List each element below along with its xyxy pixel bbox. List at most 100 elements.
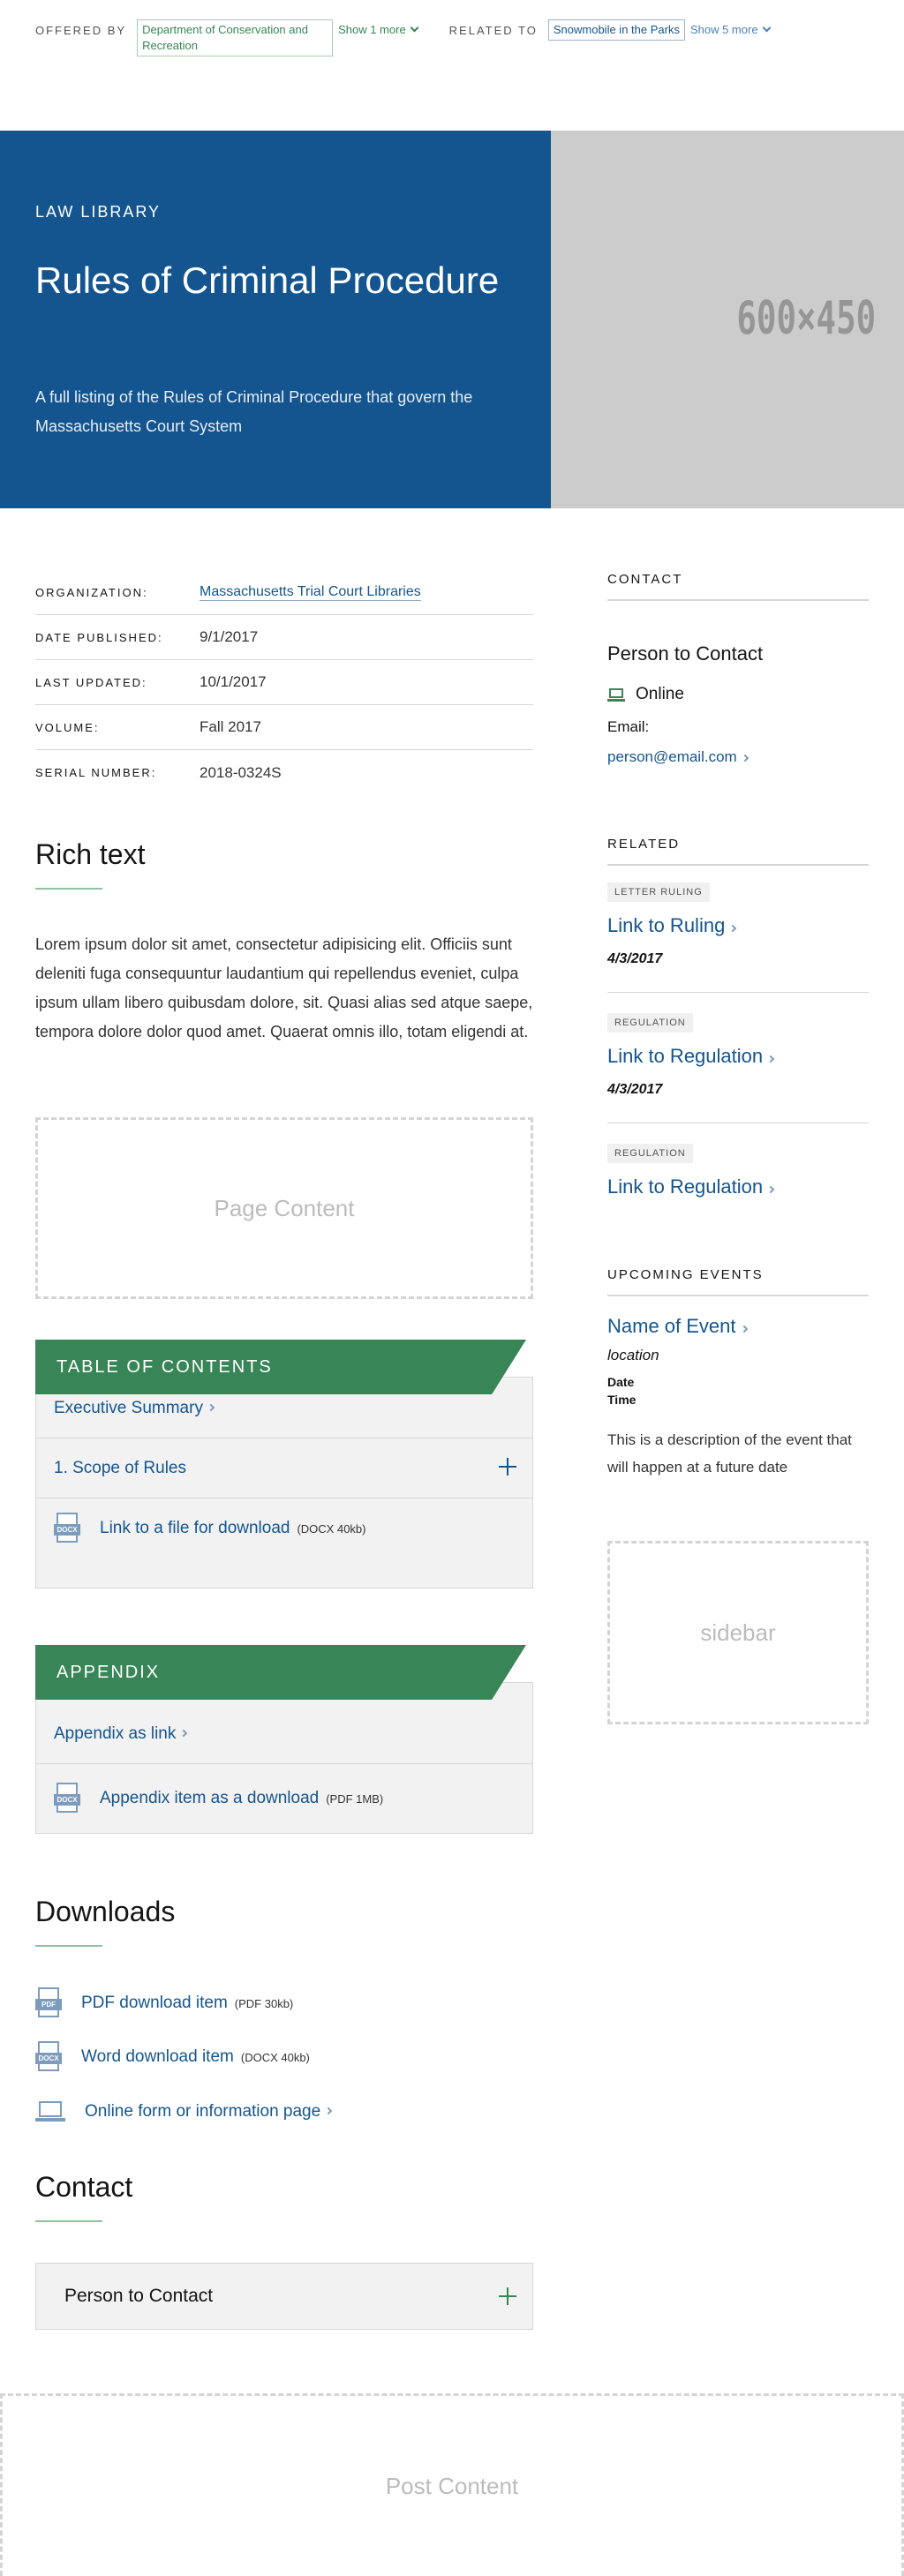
detail-value: 9/1/2017: [200, 628, 259, 645]
toc-item-label: Executive Summary: [54, 1398, 203, 1417]
contact-accordion[interactable]: Person to Contact: [35, 2263, 533, 2330]
top-bar: OFFERED BY Department of Conservation an…: [35, 19, 869, 62]
email-text: person@email.com: [607, 748, 737, 765]
contact-person: Person to Contact: [64, 2286, 214, 2306]
event-name: Name of Event: [607, 1315, 736, 1337]
file-meta: (PDF 30kb): [234, 1996, 294, 2010]
chevron-down-icon: [410, 23, 419, 33]
toc-item-scope-of-rules[interactable]: 1. Scope of Rules: [36, 1438, 532, 1498]
downloads-heading: Downloads: [35, 1896, 176, 1927]
offered-by-label: OFFERED BY: [35, 24, 127, 37]
toc-title: TABLE OF CONTENTS: [35, 1340, 526, 1394]
related-tag: REGULATION: [607, 1144, 693, 1163]
detail-row: DATE PUBLISHED: 9/1/2017: [35, 615, 533, 660]
hero-image: 600×450: [551, 131, 904, 508]
toc-banner: TABLE OF CONTENTS: [35, 1340, 526, 1394]
detail-row: LAST UPDATED: 10/1/2017: [35, 660, 533, 705]
file-meta: (PDF 1MB): [326, 1791, 384, 1806]
event-name-link[interactable]: Name of Event: [607, 1315, 748, 1338]
arrow-right-icon: [741, 754, 749, 762]
arrow-right-icon: [324, 2107, 333, 2115]
hero-description: A full listing of the Rules of Criminal …: [35, 388, 473, 435]
detail-label: ORGANIZATION:: [35, 585, 148, 599]
download-label: Online form or information page: [85, 2102, 321, 2121]
heading-underline: [35, 1945, 102, 1947]
pdf-file-icon: PDF: [35, 1987, 62, 2019]
detail-value: 2018-0324S: [200, 763, 282, 781]
chevron-down-icon: [762, 23, 771, 33]
arrow-right-icon: [207, 1403, 215, 1411]
detail-label: SERIAL NUMBER:: [35, 766, 157, 779]
detail-value: 10/1/2017: [200, 673, 267, 690]
download-item-pdf[interactable]: PDF PDF download item (PDF 30kb): [35, 1987, 293, 2019]
appendix-item-label: Appendix as link: [54, 1724, 177, 1743]
arrow-right-icon: [180, 1729, 188, 1737]
rich-text-body: Lorem ipsum dolor sit amet, consectetur …: [35, 935, 533, 1040]
related-date: 4/3/2017: [607, 1082, 663, 1097]
file-meta: (DOCX 40kb): [240, 2050, 310, 2064]
detail-row: SERIAL NUMBER: 2018-0324S: [35, 750, 533, 795]
offered-show-more[interactable]: Show 1 more: [338, 23, 419, 36]
event-time: Time: [607, 1393, 637, 1407]
related-link-regulation-2[interactable]: Link to Regulation: [607, 1175, 775, 1198]
event-date: Date: [607, 1375, 635, 1389]
related-to-label: RELATED TO: [448, 24, 538, 37]
sidebar-contact-online: Online: [636, 685, 684, 703]
event-location: location: [607, 1347, 659, 1363]
event-description: This is a description of the event that …: [607, 1431, 852, 1476]
page-title: Rules of Criminal Procedure: [35, 259, 500, 301]
related-link-label: Link to Regulation: [607, 1175, 764, 1198]
hero-image-placeholder-text: 600×450: [736, 292, 876, 345]
offered-show-more-label: Show 1 more: [338, 23, 406, 36]
laptop-icon: [607, 688, 625, 702]
related-tag: LETTER RULING: [607, 882, 710, 902]
sidebar-contact-heading: CONTACT: [607, 572, 869, 601]
sidebar-email-label: Email:: [607, 718, 650, 735]
download-item-word[interactable]: DOCX Word download item (DOCX 40kb): [35, 2041, 310, 2073]
appendix-item-label: Appendix item as a download: [100, 1789, 320, 1807]
heading-underline: [35, 888, 102, 890]
appendix-title: APPENDIX: [35, 1645, 526, 1700]
appendix-item-download[interactable]: DOCX Appendix item as a download (PDF 1M…: [36, 1764, 532, 1833]
related-show-more[interactable]: Show 5 more: [690, 23, 771, 36]
hero-category: LAW LIBRARY: [35, 203, 162, 221]
sidebar-email-link[interactable]: person@email.com: [607, 748, 749, 766]
related-link-regulation[interactable]: Link to Regulation: [607, 1045, 775, 1068]
detail-value: Fall 2017: [200, 718, 261, 735]
arrow-right-icon: [729, 924, 737, 933]
docx-file-icon: DOCX: [54, 1783, 80, 1814]
related-to-tag[interactable]: Snowmobile in the Parks: [547, 19, 685, 41]
toc-accordion: Executive Summary 1. Scope of Rules DOCX…: [35, 1377, 533, 1588]
related-link-ruling[interactable]: Link to Ruling: [607, 914, 737, 937]
download-label: Word download item: [81, 2047, 234, 2066]
download-item-online-form[interactable]: Online form or information page: [35, 2099, 333, 2124]
file-meta: (DOCX 40kb): [297, 1521, 366, 1536]
offered-by-tag[interactable]: Department of Conservation and Recreatio…: [137, 19, 334, 56]
detail-label: DATE PUBLISHED:: [35, 630, 163, 644]
plus-icon[interactable]: [499, 1458, 516, 1476]
arrow-right-icon: [740, 1325, 748, 1333]
organization-link[interactable]: Massachusetts Trial Court Libraries: [200, 584, 421, 601]
toc-item-file-download[interactable]: DOCX Link to a file for download (DOCX 4…: [36, 1498, 532, 1558]
post-content-placeholder-text: Post Content: [385, 2472, 519, 2499]
details-table: ORGANIZATION: Massachusetts Trial Court …: [35, 570, 533, 795]
sidebar-related-heading: RELATED: [607, 837, 869, 866]
arrow-right-icon: [766, 1185, 775, 1194]
laptop-icon: [35, 2099, 65, 2124]
rich-text-heading: Rich text: [35, 838, 146, 870]
sidebar-placeholder-text: sidebar: [700, 1618, 776, 1646]
contact-heading: Contact: [35, 2171, 133, 2203]
arrow-right-icon: [766, 1055, 775, 1063]
download-label: PDF download item: [81, 1994, 228, 2012]
sidebar-placeholder: sidebar: [607, 1541, 869, 1724]
appendix-accordion: Appendix as link DOCX Appendix item as a…: [35, 1682, 533, 1834]
sidebar-contact-person: Person to Contact: [607, 642, 764, 665]
docx-file-icon: DOCX: [54, 1513, 80, 1544]
detail-row: VOLUME: Fall 2017: [35, 705, 533, 750]
page-content-placeholder-text: Page Content: [214, 1194, 355, 1221]
heading-underline: [35, 2220, 102, 2222]
page-content-placeholder: Page Content: [35, 1117, 533, 1299]
hero-banner: LAW LIBRARY Rules of Criminal Procedure …: [0, 131, 551, 508]
plus-icon[interactable]: [499, 2287, 516, 2305]
detail-row: ORGANIZATION: Massachusetts Trial Court …: [35, 570, 533, 615]
